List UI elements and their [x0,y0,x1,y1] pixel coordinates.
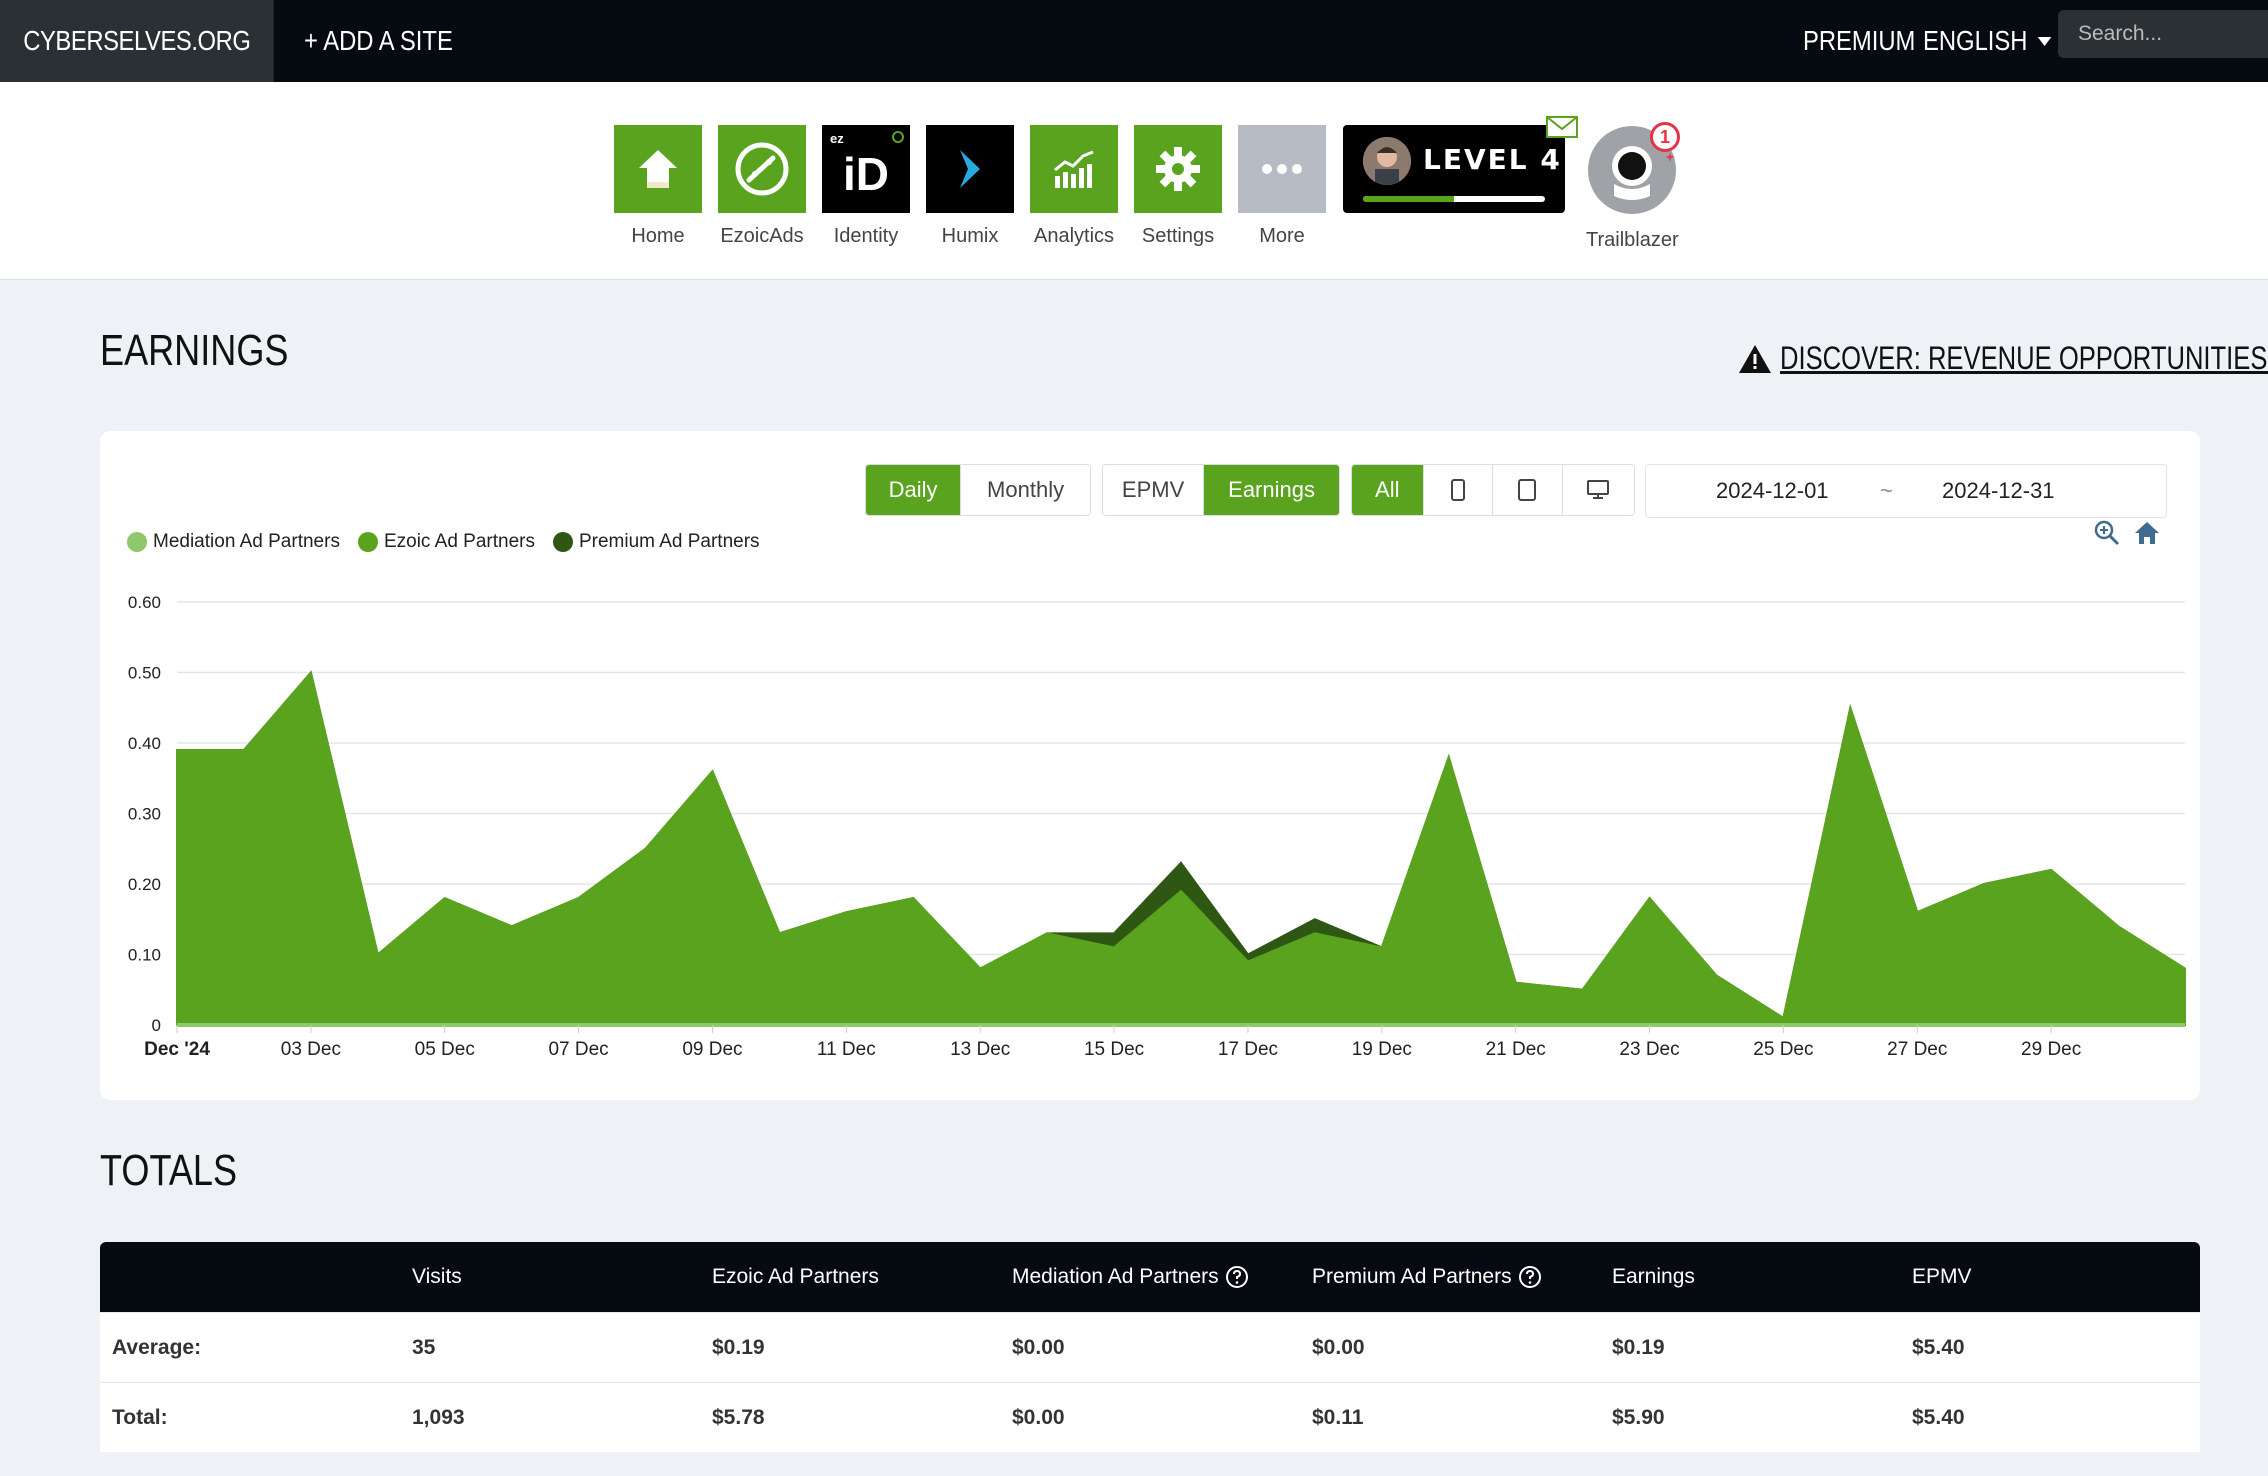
cell-earnings: $5.90 [1612,1406,1665,1429]
mail-icon[interactable] [1546,116,1578,138]
x-tick-label: 21 Dec [1486,1039,1546,1060]
earnings-area-chart: 0 0.10 0.20 0.30 0.40 0.50 0.60 Dec '24 03 Dec 05… [128,593,2186,1060]
nav-ezoicads-label: EzoicAds [720,225,804,247]
cell-visits: 35 [412,1336,436,1359]
x-tick-label: 23 Dec [1619,1039,1679,1060]
notification-badge: 1 [1650,122,1680,152]
cell-epmv: $5.40 [1912,1336,1965,1359]
col-premium-label: Premium Ad Partners [1312,1265,1512,1288]
nav-more[interactable]: More [1237,125,1327,248]
x-tick-label: 03 Dec [281,1039,341,1060]
help-icon[interactable] [1518,1265,1542,1289]
cell-mediation: $0.00 [1012,1336,1065,1359]
totals-header-row: Visits Ezoic Ad Partners Mediation Ad Pa… [100,1242,2200,1312]
level-progress-bar [1363,196,1545,202]
trailblazer-label: Trailblazer [1586,229,1679,251]
x-tick-label: 07 Dec [548,1039,608,1060]
ezoicads-icon [718,125,806,213]
table-row: Total: 1,093 $5.78 $0.00 $0.11 $5.90 $5.… [100,1382,2200,1452]
x-tick-label: 17 Dec [1218,1039,1278,1060]
y-tick-label: 0.60 [128,593,161,612]
y-tick-label: 0.30 [128,805,161,824]
identity-tile-big-text: iD [843,148,889,200]
totals-title: TOTALS [100,1146,238,1195]
row-label: Total: [112,1406,168,1429]
identity-tile-small-text: ez [830,131,844,146]
earnings-chart-card: Daily Monthly EPMV Earnings All 2024-12-… [100,431,2200,1100]
x-tick-label: 05 Dec [415,1039,475,1060]
table-row: Average: 35 $0.19 $0.00 $0.00 $0.19 $5.4… [100,1312,2200,1382]
cell-mediation: $0.00 [1012,1406,1065,1429]
y-tick-label: 0 [152,1016,161,1035]
cell-premium: $0.00 [1312,1336,1365,1359]
col-visits: Visits [412,1265,462,1288]
site-name-link[interactable]: CYBERSELVES.ORG [0,0,274,82]
language-dropdown[interactable]: ENGLISH [1923,0,2052,82]
nav-settings-label: Settings [1141,225,1215,247]
cell-ezoic: $5.78 [712,1406,765,1429]
trailblazer-badge[interactable]: 1 Trailblazer [1586,122,1680,252]
level-card[interactable]: LEVEL 4 [1343,125,1565,213]
cell-ezoic: $0.19 [712,1336,765,1359]
nav-home[interactable]: Home [613,125,703,248]
cell-premium: $0.11 [1312,1406,1364,1429]
x-tick-label: 19 Dec [1352,1039,1412,1060]
home-icon [614,125,702,213]
x-tick-label: 29 Dec [2021,1039,2081,1060]
nav-ezoicads[interactable]: EzoicAds [717,125,807,248]
app-icon-bar: Home EzoicAds ez iD Identity Humix Analy… [0,82,2268,280]
humix-icon [926,125,1014,213]
level-text: LEVEL 4 [1423,143,1562,176]
cell-earnings: $0.19 [1612,1336,1665,1359]
discover-revenue-text: DISCOVER: REVENUE OPPORTUNITIES (2) [1780,340,2268,376]
x-tick-label: 09 Dec [682,1039,742,1060]
x-tick-label: 27 Dec [1887,1039,1947,1060]
col-mediation-ad-partners: Mediation Ad Partners [1012,1242,1249,1312]
y-tick-label: 0.40 [128,734,161,753]
y-tick-label: 0.50 [128,664,161,683]
nav-identity-label: Identity [833,225,899,247]
add-site-link[interactable]: + ADD A SITE [304,0,453,82]
chevron-down-icon [2037,36,2052,46]
totals-table: Visits Ezoic Ad Partners Mediation Ad Pa… [100,1242,2200,1452]
nav-analytics[interactable]: Analytics [1029,125,1119,248]
nav-humix[interactable]: Humix [925,125,1015,248]
y-tick-label: 0.20 [128,875,161,894]
row-label: Average: [112,1336,202,1359]
language-label: ENGLISH [1923,25,2028,56]
earnings-title: EARNINGS [100,326,289,375]
col-earnings: Earnings [1612,1265,1695,1288]
identity-icon: ez iD [822,125,910,213]
more-icon [1238,125,1326,213]
search-input[interactable] [2058,10,2268,58]
cell-epmv: $5.40 [1912,1406,1965,1429]
series-area-ezoic-ad-partners [176,670,2186,1026]
gear-icon [1134,125,1222,213]
discover-revenue-link[interactable]: DISCOVER: REVENUE OPPORTUNITIES (2) [1738,340,2268,377]
nav-settings[interactable]: Settings [1133,125,1223,248]
premium-link[interactable]: PREMIUM [1803,0,1915,82]
col-ezoic-ad-partners: Ezoic Ad Partners [712,1265,879,1288]
top-navbar: CYBERSELVES.ORG + ADD A SITE PREMIUM ENG… [0,0,2268,82]
nav-more-label: More [1259,225,1305,247]
nav-home-label: Home [631,225,685,247]
analytics-icon [1030,125,1118,213]
nav-analytics-label: Analytics [1033,225,1115,247]
avatar [1363,137,1411,185]
col-premium-ad-partners: Premium Ad Partners [1312,1242,1542,1312]
nav-humix-label: Humix [941,225,999,247]
nav-identity[interactable]: ez iD Identity [821,125,911,248]
x-tick-label: 13 Dec [950,1039,1010,1060]
help-icon[interactable] [1225,1265,1249,1289]
x-tick-label: Dec '24 [144,1039,210,1060]
col-mediation-label: Mediation Ad Partners [1012,1265,1219,1288]
warning-icon [1739,344,1771,373]
x-tick-label: 25 Dec [1753,1039,1813,1060]
col-epmv: EPMV [1912,1265,1972,1288]
x-tick-label: 11 Dec [817,1039,876,1060]
cell-visits: 1,093 [412,1406,465,1429]
y-tick-label: 0.10 [128,946,161,965]
x-tick-label: 15 Dec [1084,1039,1144,1060]
